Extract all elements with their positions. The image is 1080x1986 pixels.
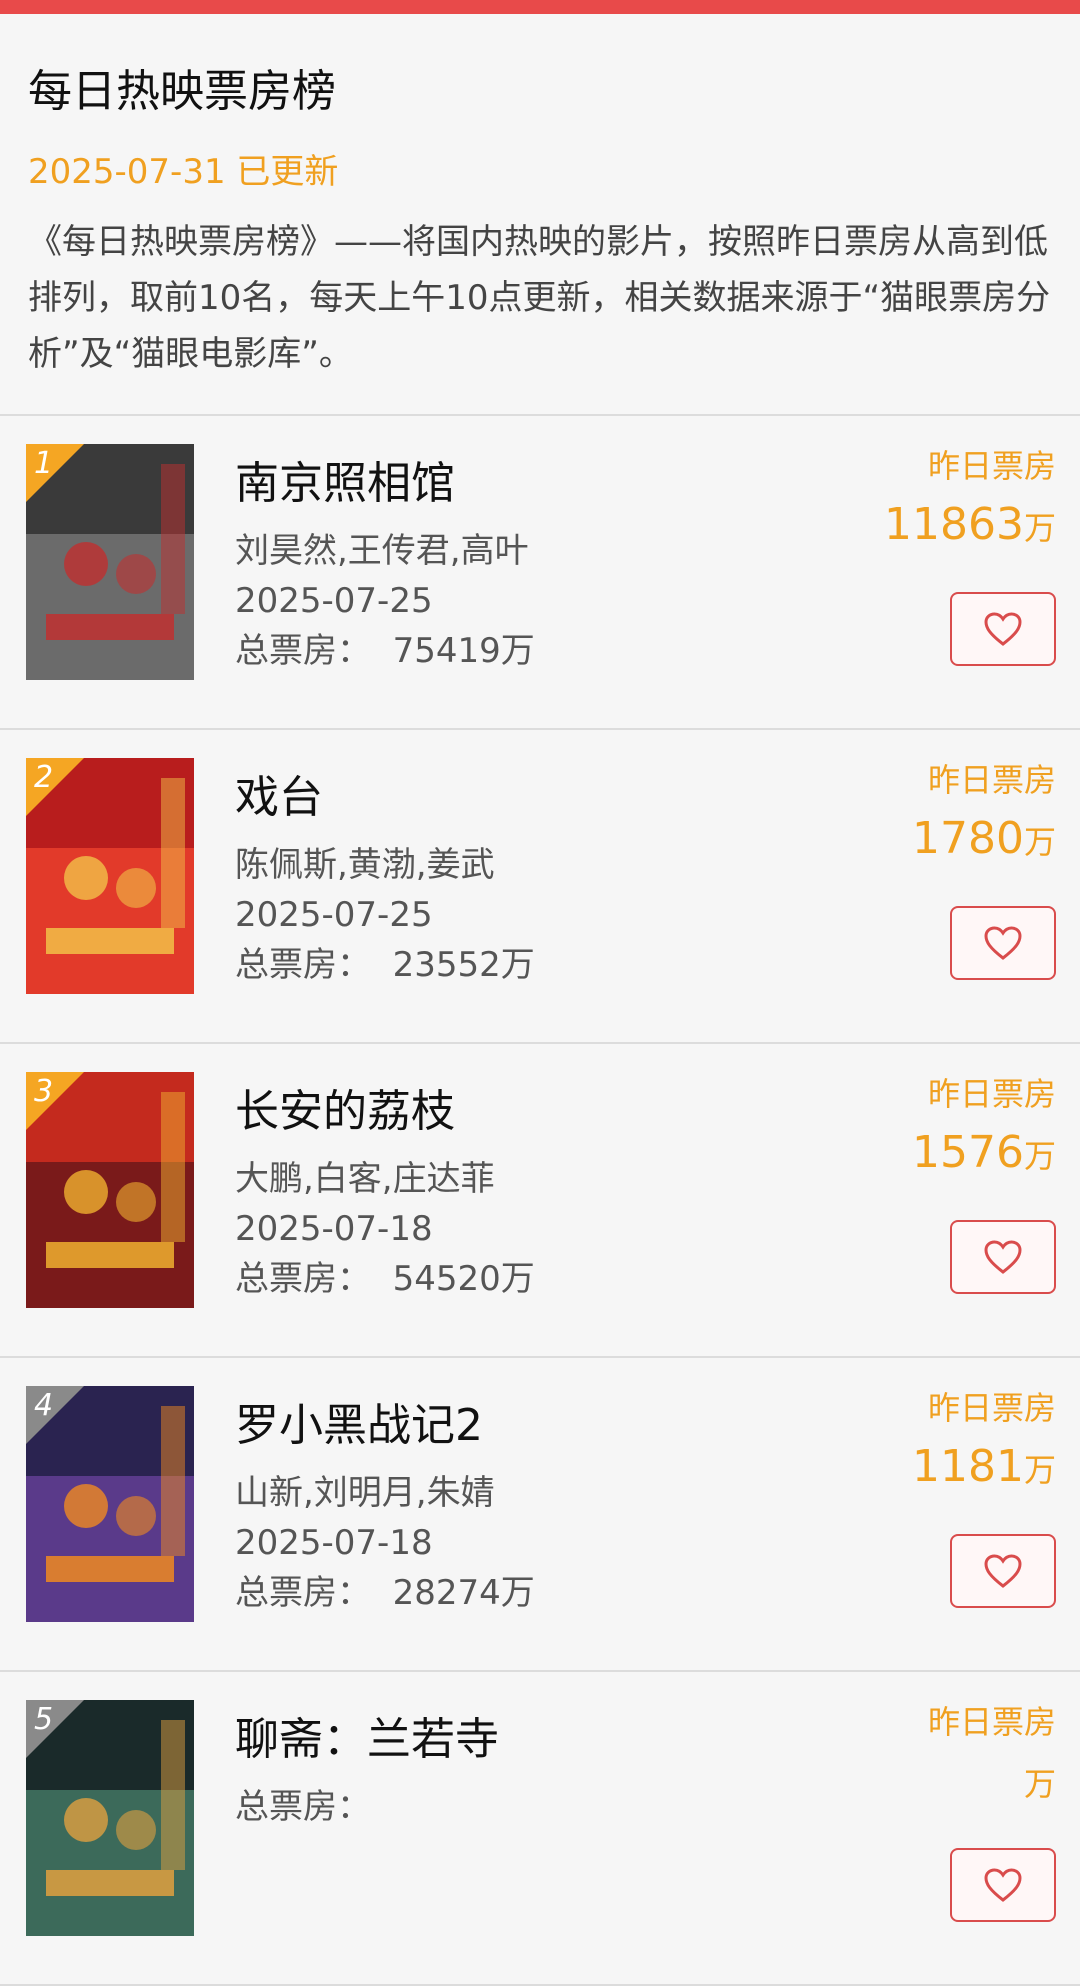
heart-icon xyxy=(984,1554,1022,1588)
heart-icon xyxy=(984,612,1022,646)
movie-title[interactable]: 长安的荔枝 xyxy=(235,1084,795,1140)
yesterday-unit: 万 xyxy=(1023,823,1056,861)
total-label: 总票房： xyxy=(235,1787,371,1827)
total-value: 75419万 xyxy=(392,631,535,671)
movie-poster[interactable]: 4 xyxy=(26,1386,194,1622)
movie-cast: 大鹏,白客,庄达菲 xyxy=(235,1159,495,1199)
movie-poster[interactable]: 5 xyxy=(26,1700,194,1936)
favorite-button[interactable] xyxy=(950,1220,1056,1294)
yesterday-value: 1181万 xyxy=(912,1440,1056,1497)
rank-number: 3 xyxy=(34,1074,54,1109)
yesterday-unit: 万 xyxy=(1023,1451,1056,1489)
release-date: 2025-07-25 xyxy=(235,581,433,621)
total-value: 23552万 xyxy=(392,945,535,985)
rank-number: 4 xyxy=(34,1388,54,1423)
heart-icon xyxy=(984,1868,1022,1902)
rank-number: 2 xyxy=(34,760,54,795)
update-status: 2025-07-31 已更新 xyxy=(28,152,339,192)
movie-poster[interactable]: 3 xyxy=(26,1072,194,1308)
yesterday-unit: 万 xyxy=(1023,1765,1056,1803)
release-date: 2025-07-18 xyxy=(235,1523,433,1563)
favorite-button[interactable] xyxy=(950,906,1056,980)
yesterday-box-office: 昨日票房 1780万 xyxy=(912,760,1056,869)
yesterday-unit: 万 xyxy=(1023,509,1056,547)
movie-info: 罗小黑战记2 山新,刘明月,朱婧 2025-07-18 总票房： 28274万 xyxy=(235,1398,795,1618)
total-box-office: 总票房： 75419万 xyxy=(235,626,795,676)
yesterday-label: 昨日票房 xyxy=(927,1389,1056,1427)
release-date: 2025-07-18 xyxy=(235,1209,433,1249)
movie-cast: 刘昊然,王传君,高叶 xyxy=(235,531,529,571)
rank-number: 1 xyxy=(34,446,54,481)
movie-title[interactable]: 戏台 xyxy=(235,770,795,826)
page-title: 每日热映票房榜 xyxy=(28,66,336,117)
yesterday-box-office: 昨日票房 1181万 xyxy=(912,1388,1056,1497)
movie-cast: 陈佩斯,黄渤,姜武 xyxy=(235,845,495,885)
total-box-office: 总票房： 54520万 xyxy=(235,1254,795,1304)
yesterday-label: 昨日票房 xyxy=(927,447,1056,485)
movie-item[interactable]: 1 南京照相馆 刘昊然,王传君,高叶 2025-07-25 总票房： 75419… xyxy=(0,416,1080,730)
total-label: 总票房： xyxy=(235,1259,371,1299)
movie-list: 1 南京照相馆 刘昊然,王传君,高叶 2025-07-25 总票房： 75419… xyxy=(0,416,1080,1986)
movie-poster[interactable]: 2 xyxy=(26,758,194,994)
favorite-button[interactable] xyxy=(950,1848,1056,1922)
favorite-button[interactable] xyxy=(950,592,1056,666)
movie-poster[interactable]: 1 xyxy=(26,444,194,680)
total-box-office: 总票房： 23552万 xyxy=(235,940,795,990)
yesterday-box-office: 昨日票房 万 xyxy=(928,1702,1056,1811)
movie-info: 戏台 陈佩斯,黄渤,姜武 2025-07-25 总票房： 23552万 xyxy=(235,770,795,990)
yesterday-box-office: 昨日票房 11863万 xyxy=(884,446,1056,555)
movie-info: 聊斋：兰若寺 总票房： xyxy=(235,1712,795,1832)
top-accent-bar xyxy=(0,0,1080,14)
total-value: 28274万 xyxy=(392,1573,535,1613)
yesterday-label: 昨日票房 xyxy=(927,1075,1056,1113)
yesterday-number: 1181 xyxy=(912,1441,1024,1492)
yesterday-value: 万 xyxy=(928,1754,1056,1811)
yesterday-unit: 万 xyxy=(1023,1137,1056,1175)
movie-title[interactable]: 罗小黑战记2 xyxy=(235,1398,795,1454)
movie-info: 长安的荔枝 大鹏,白客,庄达菲 2025-07-18 总票房： 54520万 xyxy=(235,1084,795,1304)
yesterday-label: 昨日票房 xyxy=(927,1703,1056,1741)
yesterday-number: 11863 xyxy=(884,499,1024,550)
total-box-office: 总票房： xyxy=(235,1782,795,1832)
total-label: 总票房： xyxy=(235,945,371,985)
yesterday-number: 1576 xyxy=(912,1127,1024,1178)
movie-cast: 山新,刘明月,朱婧 xyxy=(235,1473,495,1513)
yesterday-value: 1780万 xyxy=(912,812,1056,869)
yesterday-number: 1780 xyxy=(912,813,1024,864)
total-box-office: 总票房： 28274万 xyxy=(235,1568,795,1618)
header: 每日热映票房榜 2025-07-31 已更新 《每日热映票房榜》——将国内热映的… xyxy=(0,14,1080,414)
yesterday-label: 昨日票房 xyxy=(927,761,1056,799)
favorite-button[interactable] xyxy=(950,1534,1056,1608)
yesterday-value: 1576万 xyxy=(912,1126,1056,1183)
movie-item[interactable]: 2 戏台 陈佩斯,黄渤,姜武 2025-07-25 总票房： 23552万 昨日… xyxy=(0,730,1080,1044)
total-label: 总票房： xyxy=(235,631,371,671)
total-label: 总票房： xyxy=(235,1573,371,1613)
total-value: 54520万 xyxy=(392,1259,535,1299)
movie-info: 南京照相馆 刘昊然,王传君,高叶 2025-07-25 总票房： 75419万 xyxy=(235,456,795,676)
yesterday-box-office: 昨日票房 1576万 xyxy=(912,1074,1056,1183)
release-date: 2025-07-25 xyxy=(235,895,433,935)
heart-icon xyxy=(984,926,1022,960)
page-description: 《每日热映票房榜》——将国内热映的影片，按照昨日票房从高到低排列，取前10名，每… xyxy=(28,222,1051,374)
movie-item[interactable]: 4 罗小黑战记2 山新,刘明月,朱婧 2025-07-18 总票房： 28274… xyxy=(0,1358,1080,1672)
yesterday-value: 11863万 xyxy=(884,498,1056,555)
movie-title[interactable]: 南京照相馆 xyxy=(235,456,795,512)
movie-title[interactable]: 聊斋：兰若寺 xyxy=(235,1712,795,1768)
heart-icon xyxy=(984,1240,1022,1274)
movie-item[interactable]: 5 聊斋：兰若寺 总票房： 昨日票房 万 xyxy=(0,1672,1080,1986)
rank-number: 5 xyxy=(34,1702,54,1737)
movie-item[interactable]: 3 长安的荔枝 大鹏,白客,庄达菲 2025-07-18 总票房： 54520万… xyxy=(0,1044,1080,1358)
